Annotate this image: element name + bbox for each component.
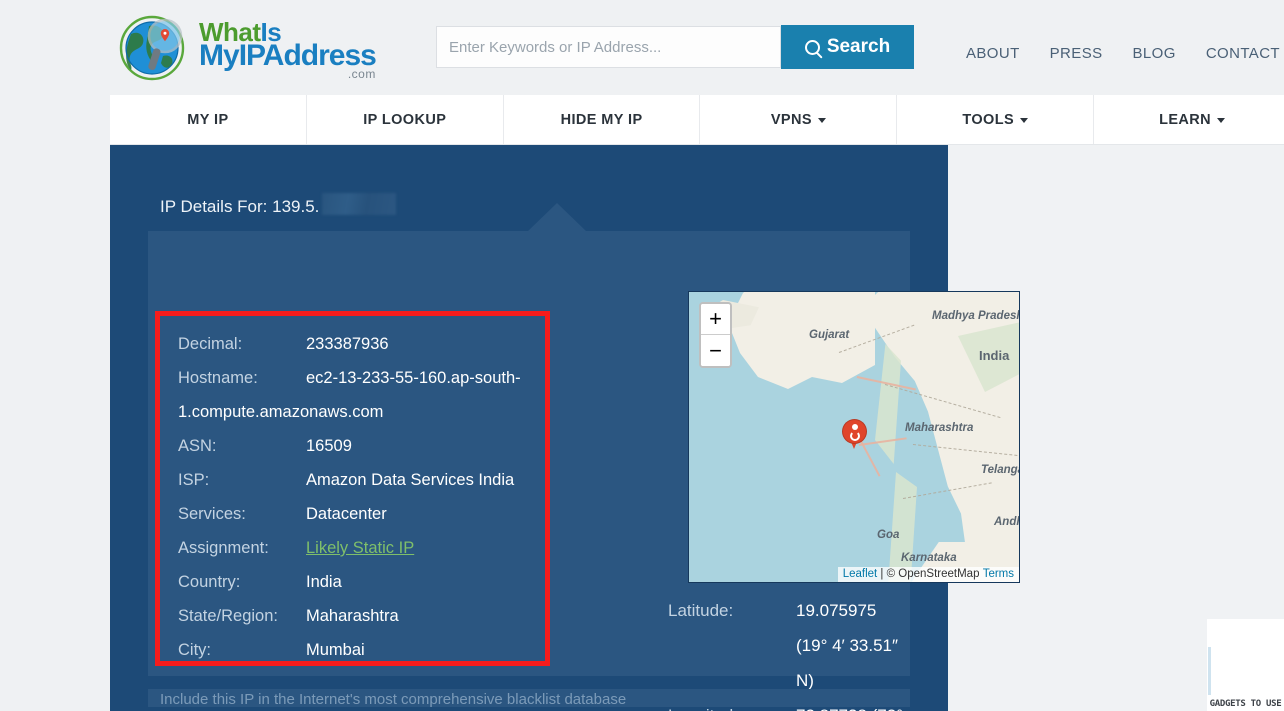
panel-bottom-strip: Include this IP in the Internet's most c… (148, 689, 910, 707)
detail-label: Assignment: (178, 539, 269, 557)
nav-item-hide-my-ip[interactable]: HIDE MY IP (504, 95, 701, 144)
detail-value-services: Datacenter (306, 505, 387, 523)
pin-dot (851, 424, 858, 430)
site-header: WhatIs MyIPAddress .com Search ABOUT PRE… (0, 0, 1284, 94)
leaflet-link[interactable]: Leaflet (843, 568, 878, 580)
panel-bottom-text: Include this IP in the Internet's most c… (160, 691, 627, 707)
map-zoom-controls: + − (699, 302, 732, 368)
map-label-gujarat: Gujarat (809, 329, 850, 341)
logo-line2-my: My (199, 38, 240, 72)
location-map[interactable]: Gujarat Madhya Pradesh India Maharashtra… (688, 291, 1020, 583)
detail-label: ISP: (178, 471, 210, 489)
search-button[interactable]: Search (781, 25, 914, 69)
map-label-goa: Goa (877, 529, 900, 541)
detail-label: State/Region: (178, 607, 278, 625)
coordinate-label: Latitude: (668, 601, 734, 620)
search-box[interactable] (436, 26, 781, 68)
globe-magnifier-logo-icon (119, 12, 191, 84)
map-zoom-out-button[interactable]: − (701, 335, 730, 366)
detail-value-decimal: 233387936 (306, 335, 389, 353)
ip-value-redacted (322, 193, 397, 215)
detail-row-assignment: Assignment: Likely Static IP (178, 531, 545, 565)
page-root: WhatIs MyIPAddress .com Search ABOUT PRE… (0, 0, 1284, 711)
detail-value-isp: Amazon Data Services India (306, 471, 515, 489)
detail-label: Decimal: (178, 335, 243, 353)
detail-row-isp: ISP: Amazon Data Services India (178, 463, 545, 497)
map-canvas[interactable]: Gujarat Madhya Pradesh India Maharashtra… (689, 292, 1019, 582)
detail-label: City: (178, 641, 211, 659)
watermark-label: GADGETS TO USE (1209, 699, 1282, 709)
detail-label: Hostname: (178, 369, 258, 387)
chevron-down-icon (1217, 118, 1226, 123)
map-label-telangana: Telanga (981, 464, 1020, 476)
nav-item-ip-lookup[interactable]: IP LOOKUP (307, 95, 504, 144)
search-input[interactable] (437, 27, 780, 67)
osm-credit: © OpenStreetMap (886, 568, 980, 580)
detail-row-asn: ASN: 16509 (178, 429, 545, 463)
location-pin-icon[interactable] (843, 420, 866, 450)
chevron-down-icon (1020, 118, 1029, 123)
detail-row-city: City: Mumbai (178, 633, 545, 667)
detail-value-state-region: Maharashtra (306, 607, 399, 625)
ip-details-highlight-box: Decimal: 233387936 Hostname: ec2-13-233-5… (155, 311, 550, 666)
detail-row-state-region: State/Region: Maharashtra (178, 599, 545, 633)
coordinate-value-latitude: 19.075975 (19° 4′ 33.51″ N) (796, 601, 899, 690)
top-link-about[interactable]: ABOUT (966, 45, 1020, 62)
nav-item-learn[interactable]: LEARN (1094, 95, 1284, 144)
nav-item-tools[interactable]: TOOLS (897, 95, 1095, 144)
detail-value-country: India (306, 573, 342, 591)
utility-nav: ABOUT PRESS BLOG CONTACT (966, 45, 1284, 62)
ip-details-panel: IP Details For: 139.5. Decimal: 23338793… (110, 145, 1020, 711)
ip-details-title: IP Details For: 139.5. (160, 190, 397, 217)
map-label-maharashtra: Maharashtra (905, 422, 974, 434)
main-nav: MY IP IP LOOKUP HIDE MY IP VPNS TOOLS LE… (110, 95, 1284, 145)
site-logo[interactable]: WhatIs MyIPAddress .com (119, 12, 377, 84)
detail-label: ASN: (178, 437, 217, 455)
detail-label: Services: (178, 505, 246, 523)
chevron-down-icon (817, 118, 826, 123)
nav-item-vpns[interactable]: VPNS (700, 95, 898, 144)
top-link-blog[interactable]: BLOG (1133, 45, 1176, 62)
map-attribution: Leaflet | © OpenStreetMap Terms (837, 567, 1019, 582)
map-label-india: India (979, 348, 1010, 363)
ip-details-list: Decimal: 233387936 Hostname: ec2-13-233-5… (160, 316, 545, 667)
watermark-badge: GADGETS TO USE (1207, 619, 1284, 711)
top-link-contact[interactable]: CONTACT (1206, 45, 1280, 62)
coordinate-row-latitude: Latitude: 19.075975 (19° 4′ 33.51″ N) (668, 593, 910, 698)
pin-ring (849, 431, 860, 441)
nav-label: IP LOOKUP (363, 111, 447, 128)
detail-row-country: Country: India (178, 565, 545, 599)
detail-value-city: Mumbai (306, 641, 365, 659)
attribution-separator: | (877, 568, 887, 580)
detail-row-services: Services: Datacenter (178, 497, 545, 531)
card-notch-arrow (528, 203, 586, 231)
watermark-accent-bar (1208, 647, 1211, 695)
logo-wordmark: WhatIs MyIPAddress .com (199, 17, 377, 80)
nav-label: LEARN (1159, 111, 1212, 128)
map-label-madhya-pradesh: Madhya Pradesh (932, 310, 1020, 322)
top-link-press[interactable]: PRESS (1050, 45, 1103, 62)
detail-value-assignment-link[interactable]: Likely Static IP (306, 531, 414, 565)
search-button-label: Search (826, 36, 891, 57)
terms-link[interactable]: Terms (983, 568, 1014, 580)
detail-label: Country: (178, 573, 241, 591)
map-zoom-in-button[interactable]: + (701, 304, 730, 335)
nav-label: MY IP (187, 111, 229, 128)
ip-title-prefix: IP Details For: (160, 197, 268, 216)
map-label-karnataka: Karnataka (901, 552, 957, 564)
nav-label: HIDE MY IP (560, 111, 643, 128)
nav-item-my-ip[interactable]: MY IP (110, 95, 307, 144)
nav-label: VPNS (770, 111, 812, 128)
detail-row-decimal: Decimal: 233387936 (178, 327, 545, 361)
map-label-andhra: Andh (994, 516, 1019, 528)
detail-value-asn: 16509 (306, 437, 352, 455)
ip-details-card: Decimal: 233387936 Hostname: ec2-13-233-5… (148, 203, 1020, 711)
detail-row-hostname: Hostname: ec2-13-233-55-160.ap-south-1.co… (178, 361, 545, 429)
ip-value-visible: 139.5. (272, 197, 320, 216)
nav-label: TOOLS (962, 111, 1015, 128)
search-icon (804, 39, 820, 55)
